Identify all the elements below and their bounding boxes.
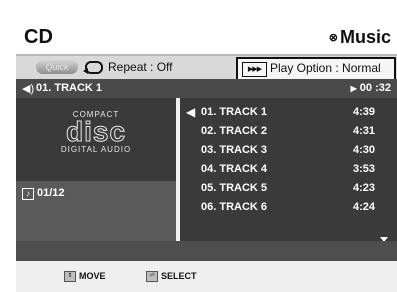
play-option-label: Play Option : Normal [270,61,381,75]
elapsed-time-value: 00 :32 [359,82,391,94]
mode-indicator: ⊗ Music [329,27,391,48]
track-duration: 3:53 [353,163,376,175]
track-info-panel: ♪ 01/12 [16,181,176,241]
logo-bottom-text: DIGITAL AUDIO [60,145,132,154]
repeat-icon[interactable] [83,61,103,74]
move-key-icon: ⇕ [64,271,76,282]
page-title: CD [24,26,53,48]
now-playing-track: 01. TRACK 1 [36,82,103,94]
track-row[interactable]: 03. TRACK 3 4:30 [180,140,397,159]
music-note-icon: ♪ [22,188,34,200]
track-list: ◀ 01. TRACK 1 4:39 02. TRACK 2 4:31 03. … [180,98,397,242]
select-hint: SELECT [161,271,197,281]
status-strip [16,241,397,261]
track-counter: 01/12 [37,187,65,199]
key-hint-bar: ⇕ MOVE ⏎ SELECT [16,261,397,292]
select-key-icon: ⏎ [146,271,158,282]
speaker-icon: ◀) [22,83,35,95]
track-name: 05. TRACK 5 [201,182,268,194]
music-mode-icon: ⊗ [328,32,338,44]
elapsed-time: ▶ 00 :32 [351,82,391,94]
track-name: 02. TRACK 2 [201,125,268,137]
track-duration: 4:23 [353,182,376,194]
track-name: 06. TRACK 6 [201,201,268,213]
track-duration: 4:30 [353,144,376,156]
title-bar: CD ⊗ Music [16,18,397,56]
track-row[interactable]: 02. TRACK 2 4:31 [180,121,397,140]
track-row[interactable]: ◀ 01. TRACK 1 4:39 [180,102,397,121]
track-row[interactable]: 04. TRACK 4 3:53 [180,159,397,178]
track-name: 04. TRACK 4 [201,163,268,175]
logo-main-text: disc [65,116,127,147]
track-row[interactable]: 05. TRACK 5 4:23 [180,178,397,197]
mode-label: Music [339,27,391,47]
track-row[interactable]: 06. TRACK 6 4:24 [180,197,397,216]
disc-artwork-panel: COMPACT disc DIGITAL AUDIO [16,98,176,181]
track-duration: 4:39 [353,106,376,118]
play-option-button[interactable]: ▶▶▶ Play Option : Normal [236,57,396,81]
repeat-status[interactable]: Repeat : Off [108,60,172,74]
control-bar: Quick Repeat : Off ▶▶▶ Play Option : Nor… [16,56,397,81]
play-icon: ▶ [350,84,357,93]
now-playing-bar: ◀) 01. TRACK 1 ▶ 00 :32 [16,79,397,98]
track-duration: 4:24 [353,201,376,213]
track-name: 01. TRACK 1 [201,106,268,118]
play-option-icon: ▶▶▶ [242,62,267,77]
move-hint: MOVE [79,271,106,281]
track-name: 03. TRACK 3 [201,144,268,156]
track-duration: 4:31 [353,125,376,137]
cd-player-screen: CD ⊗ Music Quick Repeat : Off ▶▶▶ Play Op… [16,18,397,292]
quick-button[interactable]: Quick [36,60,78,74]
now-playing-speaker-icon: ◀ [186,105,196,119]
compact-disc-logo: COMPACT disc DIGITAL AUDIO [46,110,146,170]
